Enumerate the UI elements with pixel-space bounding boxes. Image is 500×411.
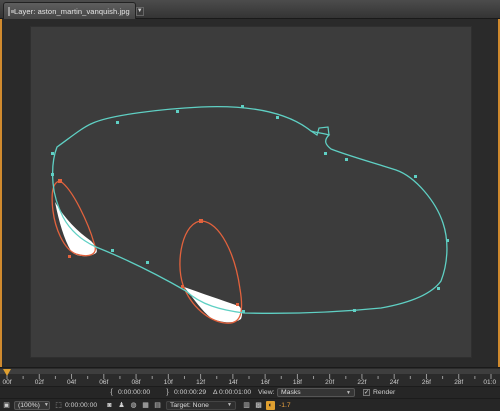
tick-label: 02f [34,379,44,386]
tick-label: 26f [421,379,431,386]
tick-label: 16f [260,379,270,386]
view-select[interactable]: Masks ▼ [277,388,355,397]
rear-wheel-mask-fill [184,287,243,323]
tick-label: 24f [389,379,399,386]
timeline-ruler[interactable]: 00f 02f 04f 06f 08f 10f 12f 14f 16f 18f 20f 22f 24f 2… [0,367,500,386]
tick-label: 28f [454,379,464,386]
panel-tab-bar: Layer: aston_martin_vanquish.jpg ▼ [0,0,500,19]
camera-icon[interactable]: ◙ [105,401,114,410]
tick-label: 01:0 [483,379,497,386]
tick-label: 12f [196,379,206,386]
render-label: Render [373,389,396,396]
timecode-bar: { 0:00:00:00 } 0:00:00:29 Δ 0:00:01:00 V… [0,386,500,398]
view-label: View: [258,389,275,396]
always-preview-icon[interactable]: ▣ [2,401,11,410]
car-outline-mask[interactable] [51,106,448,314]
chevron-down-icon: ▼ [346,389,351,396]
fast-preview-icon[interactable]: ▥ [242,401,251,410]
bracket-left-icon[interactable]: { [107,388,116,397]
car-outline-vertices[interactable] [51,105,449,313]
tick-label: 08f [131,379,141,386]
tick-label: 06f [99,379,109,386]
current-time[interactable]: 0:00:00:00 [65,402,97,409]
chevron-down-icon: ▼ [227,402,232,408]
tick-label: 20f [325,379,335,386]
exposure-value[interactable]: -1.7 [279,402,291,409]
person-icon[interactable]: ♟ [117,401,126,410]
exposure-icon[interactable]: ◐ [266,400,275,410]
out-point-time[interactable]: 0:00:00:29 [174,389,206,396]
pixel-aspect-icon[interactable]: ▤ [153,401,162,410]
transparency-grid-icon[interactable]: ▦ [141,401,150,410]
tick-label: 10f [163,379,173,386]
zoom-value: (100%) [18,401,40,409]
channel-icon[interactable]: ◍ [129,401,138,410]
current-time-indicator[interactable] [3,369,11,383]
layer-canvas[interactable] [31,27,471,357]
panel-left-edge [0,19,2,367]
target-value: Target: None [170,401,209,409]
tab-menu-chevron-down-icon[interactable]: ▼ [135,6,144,16]
playhead-marker-icon[interactable] [3,369,11,376]
tick-label: 14f [228,379,238,386]
duration-time: Δ 0:00:01:00 [213,389,252,396]
layer-icon [8,6,15,16]
tick-label: 18f [292,379,302,386]
chevron-down-icon: ▼ [43,402,49,408]
target-select[interactable]: Target: None ▼ [166,400,236,410]
view-select-value: Masks [281,389,301,396]
in-point-time[interactable]: 0:00:00:00 [118,389,150,396]
front-wheel-mask-fill [55,202,97,257]
bracket-right-icon[interactable]: } [163,388,172,397]
layer-tab[interactable]: Layer: aston_martin_vanquish.jpg ▼ [3,2,144,19]
render-checkbox[interactable]: ✓ [363,389,370,396]
viewer-controls-bar: ▣ (100%) ▼ ⬚ 0:00:00:00 ◙ ♟ ◍ ▦ ▤ Target… [0,398,500,411]
layer-tab-title: Layer: aston_martin_vanquish.jpg [14,6,130,16]
tick-label: 04f [67,379,77,386]
tick-label: 22f [357,379,367,386]
region-of-interest-icon[interactable]: ⬚ [54,401,63,410]
mask-overlay[interactable] [31,27,471,357]
grid-icon[interactable]: ▩ [254,401,263,410]
zoom-select[interactable]: (100%) ▼ [14,400,50,410]
